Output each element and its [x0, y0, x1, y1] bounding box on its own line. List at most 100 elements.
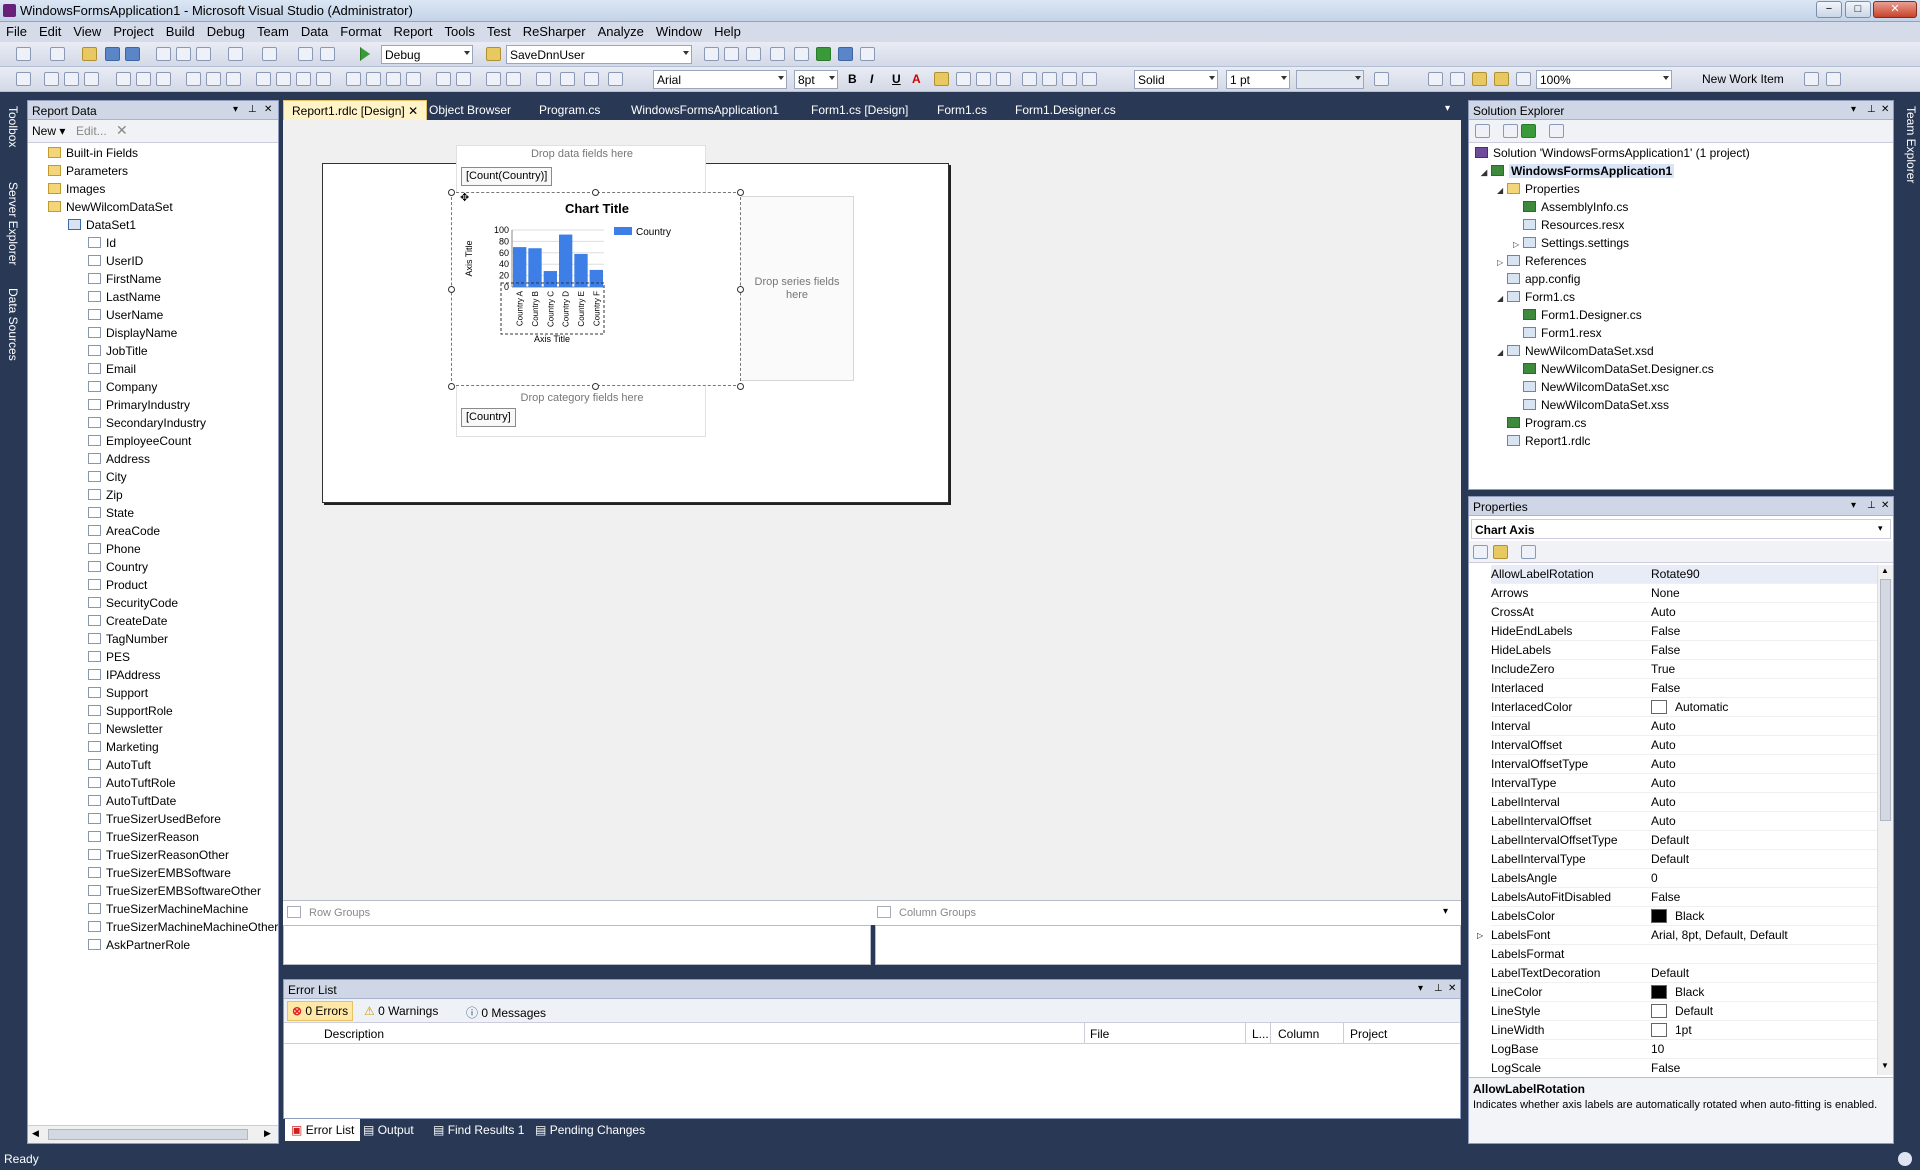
more-options-icon[interactable]	[608, 72, 623, 86]
tab-form1-designer-cs[interactable]: Form1.Designer.cs	[1007, 100, 1124, 120]
toolbox-tab[interactable]: Toolbox	[0, 100, 20, 170]
dataset-field[interactable]: AutoTuftDate	[88, 793, 176, 810]
resize-handle[interactable]	[737, 383, 744, 390]
solution-tree-item[interactable]: ▷ Settings.settings	[1513, 235, 1629, 252]
align-left-icon[interactable]	[956, 72, 971, 86]
property-row[interactable]: Interval Auto	[1491, 717, 1877, 736]
solution-tree-item[interactable]: Resources.resx	[1513, 217, 1624, 234]
scroll-left-icon[interactable]: ◀	[32, 1128, 39, 1139]
property-row[interactable]: LabelIntervalOffset Auto	[1491, 812, 1877, 831]
dataset-field[interactable]: SecurityCode	[88, 595, 178, 612]
warnings-filter-button[interactable]: ⚠ 0 Warnings	[364, 1004, 438, 1018]
solution-tree-item[interactable]: ◢ Form1.cs	[1497, 289, 1575, 306]
tools-icon[interactable]	[794, 47, 809, 61]
menu-debug[interactable]: Debug	[201, 22, 251, 39]
data-field-button[interactable]: [Count(Country)]	[461, 167, 553, 186]
dataset-field[interactable]: State	[88, 505, 134, 522]
dataset-field[interactable]: DisplayName	[88, 325, 177, 342]
bold-button[interactable]: B	[848, 72, 857, 86]
solution-tree-item[interactable]: Report1.rdlc	[1497, 433, 1590, 450]
close-window-button[interactable]: ✕	[1873, 1, 1917, 18]
property-row[interactable]: IncludeZero True	[1491, 660, 1877, 679]
solution-configuration-combo[interactable]: Debug	[381, 45, 473, 64]
new-menu-button[interactable]: New ▾	[32, 124, 65, 138]
report-page-header-icon[interactable]	[1428, 72, 1443, 86]
expand-arrow-icon[interactable]: ◢	[1481, 164, 1491, 181]
increase-vertical-spacing-icon[interactable]	[366, 72, 381, 86]
menu-analyze[interactable]: Analyze	[592, 22, 650, 39]
property-value[interactable]: Default	[1651, 964, 1689, 983]
property-row[interactable]: LabelInterval Auto	[1491, 793, 1877, 812]
dataset-field[interactable]: TrueSizerEMBSoftwareOther	[88, 883, 261, 900]
row-groups-pane[interactable]	[283, 925, 871, 965]
menu-file[interactable]: File	[0, 22, 33, 39]
dataset-field[interactable]: Address	[88, 451, 150, 468]
zoom-combo[interactable]: 100%	[1536, 70, 1672, 89]
category-field-button[interactable]: [Country]	[461, 408, 516, 427]
dataset-field[interactable]: Support	[88, 685, 148, 702]
tab-windowsformsapplication1[interactable]: WindowsFormsApplication1	[623, 100, 787, 120]
increase-indent-icon[interactable]	[1082, 72, 1097, 86]
align-to-grid-icon[interactable]	[16, 72, 31, 86]
underline-button[interactable]: U	[892, 72, 901, 86]
grouping-options-chevron-icon[interactable]: ▾	[1443, 906, 1448, 917]
tab-order-icon[interactable]	[536, 72, 551, 86]
chart-control[interactable]: Chart Title 100 80 60 40 20 0 Axis Title Country…	[451, 192, 741, 386]
property-value[interactable]: Auto	[1651, 603, 1676, 622]
scroll-up-icon[interactable]: ▲	[1881, 566, 1889, 575]
copy-icon[interactable]	[176, 47, 191, 61]
property-row[interactable]: LabelsFormat	[1491, 945, 1877, 964]
dataset-field[interactable]: FirstName	[88, 271, 161, 288]
align-center-icon[interactable]	[976, 72, 991, 86]
solution-tree-item[interactable]: NewWilcomDataSet.xss	[1513, 397, 1669, 414]
dataset-field[interactable]: SecondaryIndustry	[88, 415, 206, 432]
solution-tree-item[interactable]: Solution 'WindowsFormsApplication1' (1 p…	[1469, 145, 1750, 162]
dataset-field[interactable]: AutoTuft	[88, 757, 151, 774]
dataset-field[interactable]: AreaCode	[88, 523, 160, 540]
report-data-folder[interactable]: NewWilcomDataSet	[48, 199, 173, 216]
center-vertically-icon[interactable]	[456, 72, 471, 86]
tab-form1-cs-design[interactable]: Form1.cs [Design]	[803, 100, 916, 120]
toolbox-icon[interactable]	[770, 47, 785, 61]
property-value[interactable]: Auto	[1651, 812, 1676, 831]
property-row[interactable]: Interlaced False	[1491, 679, 1877, 698]
align-centers-icon[interactable]	[64, 72, 79, 86]
menu-view[interactable]: View	[67, 22, 107, 39]
solution-tree-item[interactable]: Form1.Designer.cs	[1513, 307, 1642, 324]
property-value[interactable]: Arial, 8pt, Default, Default	[1651, 926, 1788, 945]
save-all-icon[interactable]	[125, 47, 140, 61]
bulleted-list-icon[interactable]	[1042, 72, 1057, 86]
decrease-vertical-spacing-icon[interactable]	[386, 72, 401, 86]
menu-resharper[interactable]: ReSharper	[517, 22, 592, 39]
object-selector-combo[interactable]: Chart Axis ▾	[1471, 519, 1891, 539]
maximize-button[interactable]: □	[1845, 1, 1871, 18]
menu-window[interactable]: Window	[650, 22, 708, 39]
dataset-field[interactable]: Id	[88, 235, 116, 252]
property-value[interactable]: False	[1651, 888, 1680, 907]
navigate-forward-icon[interactable]	[320, 47, 335, 61]
expand-arrow-icon[interactable]: ◢	[1497, 344, 1507, 361]
dataset-field[interactable]: TrueSizerReason	[88, 829, 199, 846]
close-icon[interactable]: ✕	[1448, 983, 1456, 994]
property-row[interactable]: InterlacedColor Automatic	[1491, 698, 1877, 717]
close-tab-icon[interactable]: ✕	[408, 104, 418, 118]
add-item-icon[interactable]	[50, 47, 65, 61]
property-value[interactable]: Auto	[1651, 717, 1676, 736]
vertical-spacing-icon[interactable]	[346, 72, 361, 86]
property-value[interactable]: False	[1651, 1059, 1680, 1075]
server-explorer-tab[interactable]: Server Explorer	[0, 176, 20, 276]
property-value[interactable]: Rotate90	[1651, 565, 1700, 584]
property-value[interactable]: None	[1651, 584, 1680, 603]
ruler-icon[interactable]	[1516, 72, 1531, 86]
cut-icon[interactable]	[156, 47, 171, 61]
font-color-icon[interactable]: A	[912, 72, 921, 86]
tab-output[interactable]: ▤ Output	[363, 1123, 414, 1137]
menu-report[interactable]: Report	[387, 22, 438, 39]
property-value[interactable]: 10	[1651, 1040, 1664, 1059]
tab-list-chevron-icon[interactable]: ▾	[1445, 103, 1450, 114]
solution-explorer-icon[interactable]	[704, 47, 719, 61]
navigate-backward-icon[interactable]	[298, 47, 313, 61]
property-row[interactable]: LabelsAutoFitDisabled False	[1491, 888, 1877, 907]
new-project-icon[interactable]	[16, 47, 31, 61]
same-size-icon[interactable]	[226, 72, 241, 86]
